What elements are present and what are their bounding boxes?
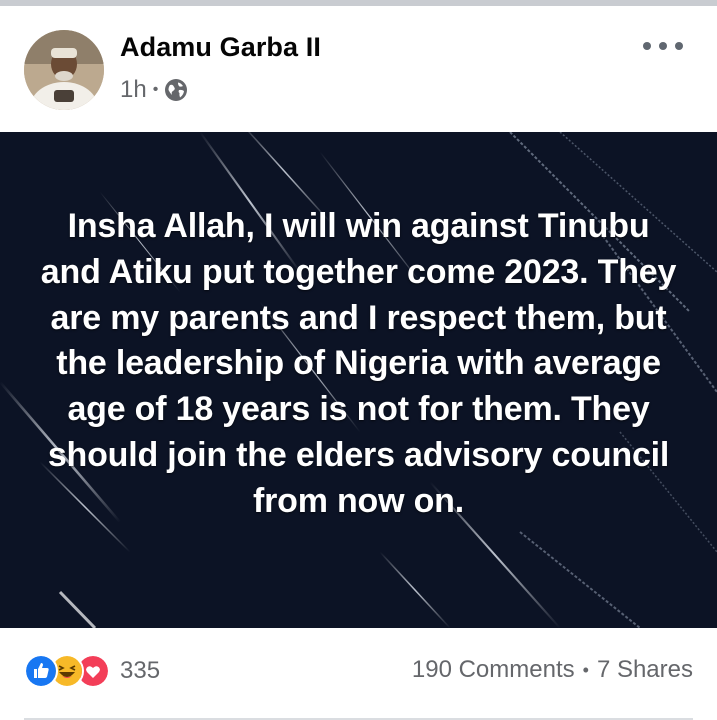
comments-link[interactable]: 190 Comments — [412, 656, 575, 684]
reaction-count: 335 — [120, 657, 161, 684]
post-time[interactable]: 1h — [120, 76, 147, 104]
avatar-photo — [24, 30, 104, 110]
like-icon — [24, 654, 58, 688]
facebook-post: Adamu Garba II 1h • Insha Allah, I will … — [0, 0, 717, 720]
meta-separator: • — [152, 81, 159, 98]
avatar[interactable] — [24, 30, 104, 110]
engagement-stats: 190 Comments • 7 Shares — [412, 656, 693, 684]
post-meta: 1h • — [120, 76, 188, 104]
post-header: Adamu Garba II 1h • — [0, 6, 717, 132]
shares-link[interactable]: 7 Shares — [597, 656, 693, 684]
more-options-icon[interactable] — [643, 34, 683, 58]
post-quote-text: Insha Allah, I will win against Tinubu a… — [40, 207, 677, 520]
post-image[interactable]: Insha Allah, I will win against Tinubu a… — [0, 132, 717, 628]
author-name[interactable]: Adamu Garba II — [120, 32, 321, 63]
post-footer: 335 190 Comments • 7 Shares — [0, 628, 717, 720]
reactions-summary[interactable]: 335 — [24, 653, 160, 689]
globe-icon — [165, 79, 188, 101]
stats-separator: • — [582, 659, 589, 680]
